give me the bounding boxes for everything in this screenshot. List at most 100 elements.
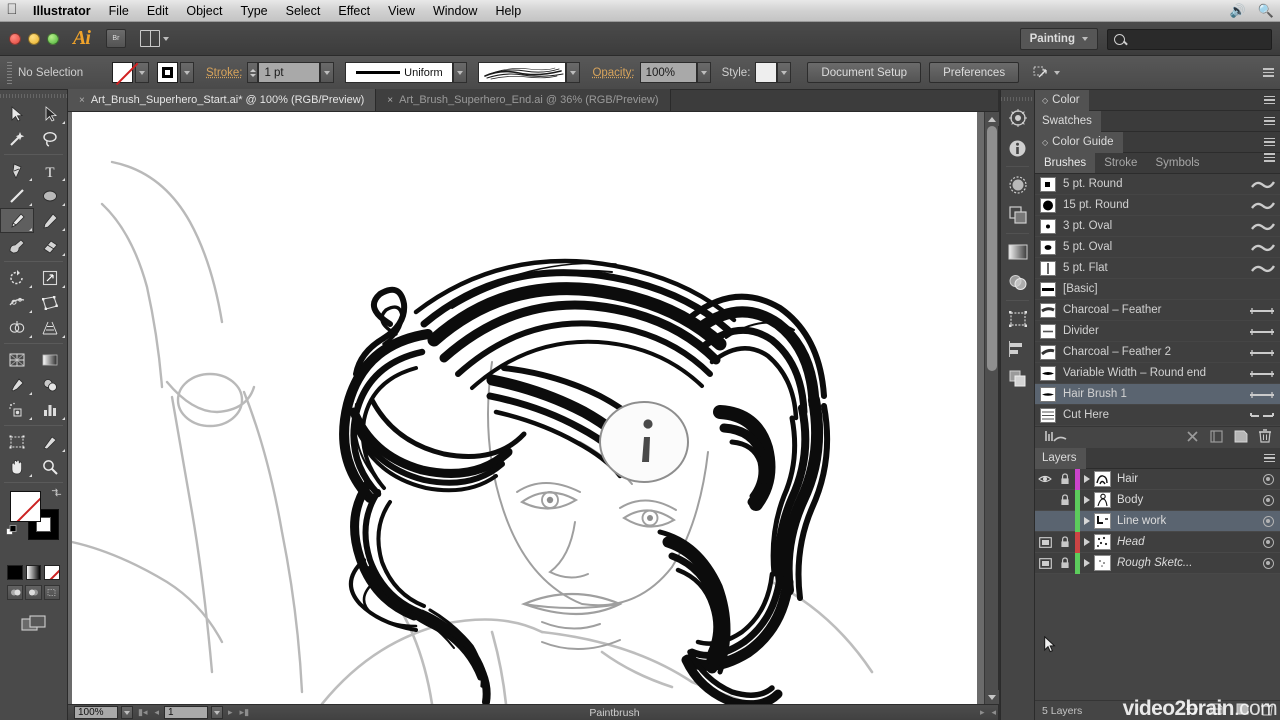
layer-target-indicator[interactable] [1256,558,1280,569]
menu-item-select[interactable]: Select [277,0,330,22]
panel-tab-color-guide[interactable]: ◇ Color Guide [1035,132,1280,153]
stroke-weight-stepper[interactable] [247,62,258,83]
layer-name[interactable]: Head [1117,536,1256,548]
menu-item-type[interactable]: Type [232,0,277,22]
selection-tool[interactable] [0,101,34,126]
appearance-icon[interactable] [1001,170,1034,200]
layer-target-indicator[interactable] [1256,537,1280,548]
layer-lock-toggle[interactable] [1055,473,1075,485]
brush-row[interactable]: 5 pt. Round [1035,174,1280,195]
close-icon[interactable]: × [387,95,393,106]
menu-item-illustrator[interactable]: Illustrator [24,0,100,22]
layer-row-selected[interactable]: Line work [1035,511,1280,532]
layer-expand-triangle[interactable] [1080,538,1094,546]
brush-row-selected[interactable]: Hair Brush 1 [1035,384,1280,405]
zoom-level-field[interactable]: 100% [74,706,118,719]
layer-template-icon[interactable] [1035,537,1055,548]
delete-brush-icon[interactable] [1259,429,1271,446]
stroke-color-swatch[interactable] [157,62,178,83]
layer-target-indicator[interactable] [1256,474,1280,485]
direct-selection-tool[interactable] [34,101,68,126]
eyedropper-tool[interactable] [0,372,34,397]
menu-item-window[interactable]: Window [424,0,486,22]
panel-menu-icon[interactable] [1264,153,1275,162]
first-page-icon[interactable]: ▮◂ [136,707,149,718]
volume-icon[interactable]: 🔊 [1230,3,1246,19]
width-profile-preview[interactable]: Uniform [345,62,453,83]
gradient-tool[interactable] [34,347,68,372]
spotlight-search-icon[interactable]: 🔍 [1258,3,1274,19]
delete-selection-icon[interactable] [1261,703,1273,719]
layer-expand-triangle[interactable] [1080,517,1094,525]
ellipse-tool[interactable] [34,183,68,208]
page-number-dropdown[interactable] [211,706,223,719]
swap-fill-stroke-icon[interactable] [51,487,62,498]
menu-item-help[interactable]: Help [486,0,530,22]
menu-item-object[interactable]: Object [177,0,231,22]
panel-menu-icon[interactable] [1264,117,1275,126]
graphic-style-swatch[interactable] [755,62,777,83]
layer-lock-toggle[interactable] [1055,494,1075,506]
layer-row[interactable]: Hair [1035,469,1280,490]
default-fill-stroke-icon[interactable] [6,525,18,537]
make-clipping-mask-icon[interactable] [1185,703,1199,718]
scroll-down-arrow[interactable] [985,690,999,704]
align-icon[interactable] [1001,334,1034,364]
tools-panel-grip[interactable] [0,90,67,101]
eraser-tool[interactable] [34,233,68,258]
brush-row[interactable]: 5 pt. Flat [1035,258,1280,279]
control-panel-menu[interactable] [1263,68,1274,77]
preferences-button[interactable]: Preferences [929,62,1019,83]
fill-color-box[interactable] [10,491,41,522]
layer-row[interactable]: Head [1035,532,1280,553]
draw-normal-mode-icon[interactable] [7,585,23,600]
panel-tab-layers[interactable]: Layers [1035,448,1280,469]
dock-grip[interactable] [1001,94,1034,103]
status-menu-icon[interactable]: ▸ [978,707,987,718]
brush-row[interactable]: Charcoal – Feather [1035,300,1280,321]
panel-menu-icon[interactable] [1264,96,1275,105]
page-number-field[interactable]: 1 [164,706,208,719]
layer-name[interactable]: Rough Sketc... [1117,557,1256,569]
layer-lock-toggle[interactable] [1055,536,1075,548]
transform-icon[interactable] [1033,65,1050,80]
mesh-tool[interactable] [0,347,34,372]
scroll-up-arrow[interactable] [985,112,999,126]
layer-name[interactable]: Line work [1117,515,1256,527]
column-graph-tool[interactable] [34,397,68,422]
brush-row[interactable]: 3 pt. Oval [1035,216,1280,237]
panel-menu-icon[interactable] [1264,454,1275,463]
draw-inside-mode-icon[interactable] [44,585,60,600]
search-input[interactable] [1107,29,1272,50]
prev-page-icon[interactable]: ◂ [152,707,161,718]
paintbrush-tool[interactable] [0,208,34,233]
opacity-value[interactable]: 100% [640,62,697,83]
black-color-swatch[interactable] [7,565,23,580]
gradient-icon[interactable] [1001,237,1034,267]
close-button[interactable] [9,33,21,45]
blend-tool[interactable] [34,372,68,397]
create-new-sublayer-icon[interactable] [1210,703,1225,718]
last-page-icon[interactable]: ▸▮ [238,707,251,718]
panel-menu-icon[interactable] [1264,138,1275,147]
vertical-scrollbar-thumb[interactable] [987,126,997,371]
opacity-dropdown[interactable] [697,62,711,83]
zoom-tool[interactable] [34,454,68,479]
layer-name[interactable]: Body [1117,494,1256,506]
status-resize-icon[interactable]: ◂ [989,707,998,718]
menu-item-edit[interactable]: Edit [138,0,178,22]
brush-row[interactable]: [Basic] [1035,279,1280,300]
fill-dropdown-button[interactable] [135,62,149,83]
transparency-icon[interactable] [1001,200,1034,230]
stroke-weight-value[interactable]: 1 pt [258,62,320,83]
layer-target-indicator[interactable] [1256,495,1280,506]
pen-tool[interactable] [0,158,34,183]
pencil-tool[interactable] [34,208,68,233]
brush-libraries-menu-icon[interactable] [1044,429,1068,446]
magic-wand-tool[interactable] [0,126,34,151]
brush-definition-dropdown[interactable] [566,62,580,83]
free-transform-tool[interactable] [34,290,68,315]
panel-tab-color[interactable]: ◇ Color [1035,90,1280,111]
zoom-button[interactable] [47,33,59,45]
hand-tool[interactable] [0,454,34,479]
